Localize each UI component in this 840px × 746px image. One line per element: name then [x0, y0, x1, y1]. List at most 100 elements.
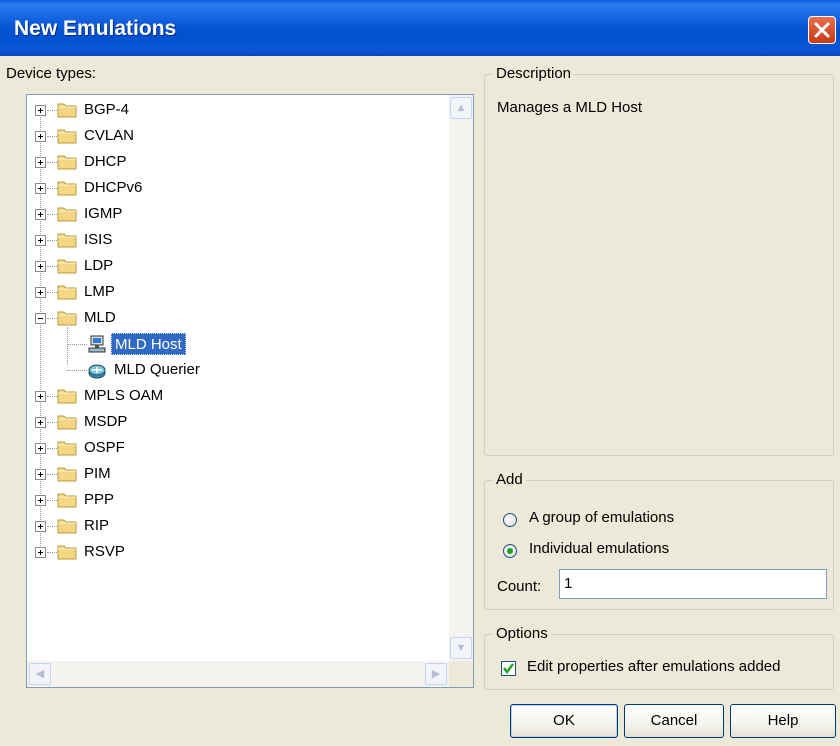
individual-emulations-label[interactable]: Individual emulations	[529, 540, 669, 557]
options-title: Options	[493, 624, 551, 644]
expand-toggle-icon[interactable]	[35, 443, 46, 454]
folder-icon	[57, 491, 77, 508]
host-computer-icon	[87, 334, 107, 354]
group-emulations-radio[interactable]	[503, 513, 517, 527]
expand-toggle-icon[interactable]	[35, 209, 46, 220]
tree-item-mld[interactable]: MLD	[81, 307, 119, 329]
expand-toggle-icon[interactable]	[35, 521, 46, 532]
add-title: Add	[493, 470, 526, 490]
folder-icon	[57, 543, 77, 560]
horizontal-scrollbar[interactable]: ◀ ▶	[27, 661, 449, 687]
expand-toggle-icon[interactable]	[35, 469, 46, 480]
scroll-right-button[interactable]: ▶	[425, 663, 447, 685]
tree-item-ospf[interactable]: OSPF	[81, 437, 128, 459]
tree-connector	[40, 110, 41, 552]
folder-icon	[57, 101, 77, 118]
expand-toggle-icon[interactable]	[35, 157, 46, 168]
count-label: Count:	[497, 578, 542, 595]
folder-icon	[57, 205, 77, 222]
tree-connector	[67, 327, 68, 365]
tree-item-mld-querier[interactable]: MLD Querier	[111, 359, 203, 381]
expand-toggle-icon[interactable]	[35, 417, 46, 428]
tree-item-ldp[interactable]: LDP	[81, 255, 116, 277]
tree-item-dhcp[interactable]: DHCP	[81, 151, 130, 173]
tree-connector	[47, 526, 57, 527]
expand-toggle-icon[interactable]	[35, 287, 46, 298]
title-bar[interactable]: New Emulations	[0, 0, 840, 56]
scroll-up-button[interactable]: ▲	[450, 97, 472, 119]
tree-connector	[67, 344, 87, 345]
tree-item-rsvp[interactable]: RSVP	[81, 541, 128, 563]
window-title: New Emulations	[14, 17, 177, 40]
edit-properties-checkbox[interactable]	[501, 661, 516, 676]
tree-connector	[47, 110, 57, 111]
new-emulations-dialog: New Emulations Device types: BGP-4 CVLAN D…	[0, 0, 840, 746]
tree-connector	[47, 162, 57, 163]
tree-connector	[47, 422, 57, 423]
tree-item-igmp[interactable]: IGMP	[81, 203, 125, 225]
options-group: Options Edit properties after emulations…	[484, 624, 834, 690]
tree-connector	[47, 214, 57, 215]
scroll-down-button[interactable]: ▼	[450, 637, 472, 659]
collapse-toggle-icon[interactable]	[35, 313, 46, 324]
scroll-left-button[interactable]: ◀	[29, 663, 51, 685]
folder-icon	[57, 231, 77, 248]
close-icon	[814, 22, 830, 38]
expand-toggle-icon[interactable]	[35, 495, 46, 506]
description-title: Description	[493, 64, 575, 84]
tree-item-bgp-4[interactable]: BGP-4	[81, 99, 132, 121]
tree-item-lmp[interactable]: LMP	[81, 281, 118, 303]
folder-icon	[57, 465, 77, 482]
tree-connector	[47, 396, 57, 397]
ok-button[interactable]: OK	[510, 704, 618, 738]
tree-connector	[47, 292, 57, 293]
tree-connector	[47, 136, 57, 137]
folder-icon	[57, 517, 77, 534]
folder-icon	[57, 283, 77, 300]
tree-item-mpls-oam[interactable]: MPLS OAM	[81, 385, 166, 407]
expand-toggle-icon[interactable]	[35, 261, 46, 272]
tree-connector	[47, 240, 57, 241]
tree-connector	[47, 448, 57, 449]
tree-item-rip[interactable]: RIP	[81, 515, 112, 537]
group-emulations-label[interactable]: A group of emulations	[529, 509, 674, 526]
expand-toggle-icon[interactable]	[35, 131, 46, 142]
folder-icon	[57, 257, 77, 274]
tree-item-cvlan[interactable]: CVLAN	[81, 125, 137, 147]
tree-item-isis[interactable]: ISIS	[81, 229, 115, 251]
description-text: Manages a MLD Host	[497, 99, 643, 116]
tree-item-ppp[interactable]: PPP	[81, 489, 117, 511]
expand-toggle-icon[interactable]	[35, 105, 46, 116]
expand-toggle-icon[interactable]	[35, 183, 46, 194]
edit-properties-label[interactable]: Edit properties after emulations added	[527, 658, 780, 675]
close-button[interactable]	[808, 16, 836, 44]
tree-connector	[47, 500, 57, 501]
count-input[interactable]: 1	[559, 569, 827, 599]
individual-emulations-radio[interactable]	[503, 544, 517, 558]
tree-connector	[47, 552, 57, 553]
tree-connector	[47, 266, 57, 267]
folder-icon	[57, 413, 77, 430]
folder-icon	[57, 439, 77, 456]
dialog-body: Device types: BGP-4 CVLAN DHCP DHCPv6 IGMP IS…	[0, 56, 840, 746]
tree-connector	[47, 318, 57, 319]
tree-connector	[47, 188, 57, 189]
tree-item-msdp[interactable]: MSDP	[81, 411, 130, 433]
cancel-button[interactable]: Cancel	[624, 704, 724, 738]
folder-icon	[57, 309, 77, 326]
add-group: Add A group of emulations Individual emu…	[484, 470, 834, 610]
tree-item-pim[interactable]: PIM	[81, 463, 114, 485]
scroll-corner	[449, 661, 473, 687]
folder-icon	[57, 387, 77, 404]
device-types-tree[interactable]: BGP-4 CVLAN DHCP DHCPv6 IGMP ISIS LDP LMP MLD MLD…	[26, 94, 474, 688]
folder-icon	[57, 153, 77, 170]
tree-item-mld-host[interactable]: MLD Host	[111, 333, 186, 355]
folder-icon	[57, 127, 77, 144]
expand-toggle-icon[interactable]	[35, 235, 46, 246]
expand-toggle-icon[interactable]	[35, 391, 46, 402]
expand-toggle-icon[interactable]	[35, 547, 46, 558]
vertical-scrollbar[interactable]: ▲ ▼	[449, 95, 473, 661]
tree-item-dhcpv6[interactable]: DHCPv6	[81, 177, 145, 199]
tree-connector	[47, 474, 57, 475]
help-button[interactable]: Help	[730, 704, 836, 738]
